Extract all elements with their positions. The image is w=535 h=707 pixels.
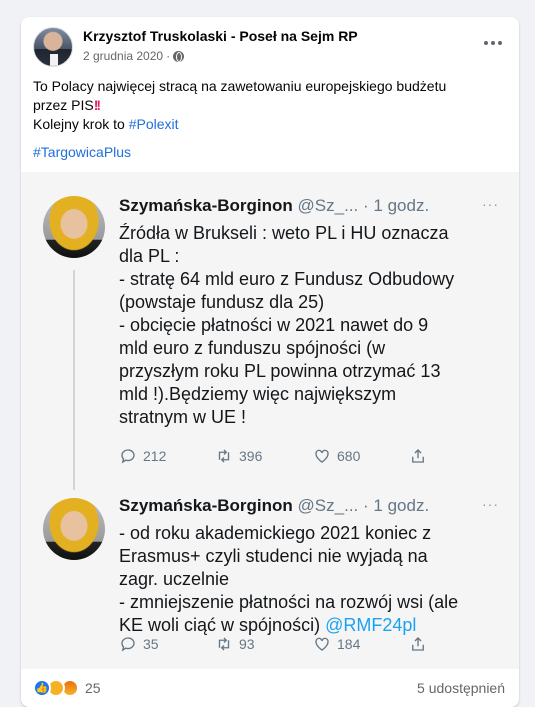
post-card: Krzysztof Truskolaski - Poseł na Sejm RP… (21, 17, 519, 707)
post-meta: 2 grudnia 2020 · (83, 49, 185, 63)
heart-icon (315, 449, 329, 463)
like-button[interactable]: 680 (313, 447, 409, 465)
tweet-line: zagr. uczelnie (119, 569, 230, 589)
tweet-time: · 1 godz. (363, 496, 430, 515)
retweet-button[interactable]: 93 (215, 635, 313, 653)
globe-icon[interactable] (173, 50, 185, 62)
post-footer: 👍 25 5 udostępnień (33, 674, 505, 702)
tweet-author-name: Szymańska-Borginon (119, 196, 293, 215)
post-text-line: To Polacy najwięcej stracą na zawetowani… (33, 78, 447, 94)
reply-count: 212 (143, 448, 167, 464)
tweet-line: dla PL : (119, 246, 180, 266)
share-icon (412, 449, 424, 463)
reaction-count[interactable]: 25 (85, 680, 101, 696)
tweet-more-icon: ··· (482, 196, 499, 212)
retweet-count: 396 (239, 448, 263, 464)
like-count: 184 (337, 636, 361, 652)
tweet-line: przyszłym roku PL powinna otrzymać 13 (119, 361, 441, 381)
tweet-more-icon: ··· (482, 496, 499, 512)
tweet-screenshot-image[interactable]: Szymańska-Borginon @Sz_... · 1 godz. ···… (21, 172, 519, 669)
like-button[interactable]: 184 (313, 635, 409, 653)
reply-icon (121, 449, 135, 464)
tweet-line: mld euro z funduszu spójności (w (119, 338, 386, 358)
reply-button[interactable]: 35 (119, 635, 215, 653)
reply-count: 35 (143, 636, 159, 652)
retweet-icon (218, 637, 230, 651)
tweet-line: stratnym w UE ! (119, 407, 247, 427)
reply-button[interactable]: 212 (119, 447, 215, 465)
tweet-line: (powstaje fundusz dla 25) (119, 292, 325, 312)
retweet-button[interactable]: 396 (215, 447, 313, 465)
more-options-button[interactable] (479, 33, 507, 53)
tweet-avatar (43, 196, 105, 258)
author-name[interactable]: Krzysztof Truskolaski - Poseł na Sejm RP (83, 28, 358, 44)
tweet-actions: 35 93 184 (119, 635, 427, 653)
retweet-icon (218, 449, 230, 463)
tweet-body: Źródła w Brukseli : weto PL i HU oznacza… (119, 222, 454, 429)
share-button[interactable] (409, 635, 427, 653)
like-count: 680 (337, 448, 361, 464)
post-text: To Polacy najwięcej stracą na zawetowani… (33, 77, 505, 162)
more-icon (484, 41, 488, 45)
tweet-line: Erasmus+ czyli studenci nie wyjadą na (119, 546, 428, 566)
tweet-body: - od roku akademickiego 2021 koniec z Er… (119, 522, 458, 637)
mention-link[interactable]: @RMF24pl (325, 615, 416, 635)
tweet-line: - od roku akademickiego 2021 koniec z (119, 523, 432, 543)
retweet-count: 93 (239, 636, 255, 652)
tweet-line: Źródła w Brukseli : weto PL i HU oznacza (119, 223, 449, 243)
tweet-line: - obcięcie płatności w 2021 nawet do 9 (119, 315, 429, 335)
tweet-line: mld !).Będziemy więc największym (119, 384, 397, 404)
share-count[interactable]: 5 udostępnień (417, 680, 505, 696)
share-button[interactable] (409, 447, 427, 465)
tweet-handle: @Sz_... (297, 496, 359, 515)
exclamation-emoji: !! (93, 97, 101, 113)
hashtag-polexit[interactable]: #Polexit (129, 116, 179, 132)
tweet-line: - zmniejszenie płatności na rozwój wsi (… (119, 592, 459, 612)
like-reaction-icon: 👍 (33, 679, 51, 697)
tweet-handle: @Sz_... (297, 196, 359, 215)
post-header: Krzysztof Truskolaski - Poseł na Sejm RP… (33, 27, 507, 71)
tweet-time: · 1 godz. (363, 196, 430, 215)
tweet-line: - stratę 64 mld euro z Fundusz Odbudowy (119, 269, 455, 289)
tweet-line: KE woli ciąć w spójności) (119, 615, 326, 635)
thread-line (73, 270, 75, 490)
author-avatar[interactable] (33, 27, 73, 67)
tweet-avatar (43, 498, 105, 560)
reply-icon (121, 637, 135, 652)
post-text-line: przez PIS (33, 97, 94, 113)
post-date[interactable]: 2 grudnia 2020 (83, 49, 163, 63)
hashtag-targowicaplus[interactable]: #TargowicaPlus (33, 144, 131, 160)
tweet-actions: 212 396 680 (119, 447, 427, 465)
share-icon (412, 637, 424, 651)
post-text-line: Kolejny krok to (33, 116, 129, 132)
tweet-author-name: Szymańska-Borginon (119, 496, 293, 515)
heart-icon (315, 637, 329, 651)
reactions[interactable]: 👍 (33, 679, 79, 697)
